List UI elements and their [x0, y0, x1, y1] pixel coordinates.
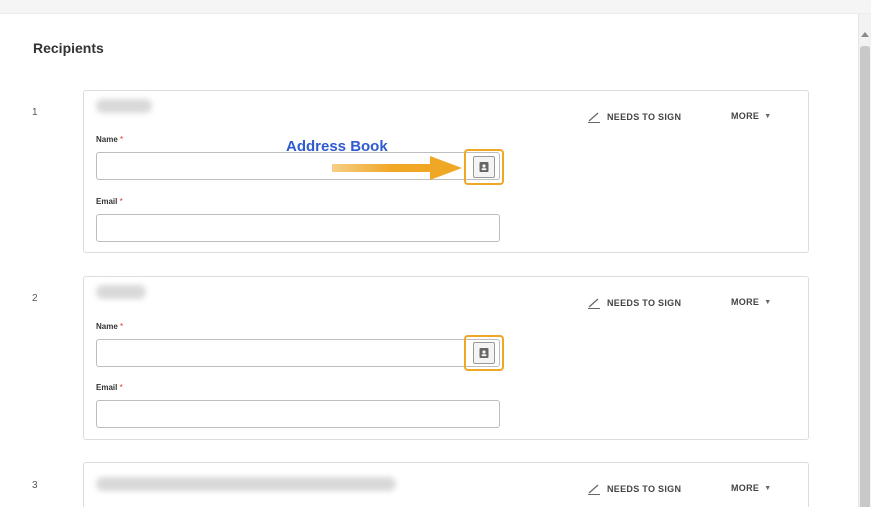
recipient-number: 2 — [32, 293, 38, 304]
blurred-recipient-name — [96, 477, 396, 491]
required-mark: * — [119, 197, 123, 206]
role-dropdown[interactable]: NEEDS TO SIGN — [587, 297, 681, 309]
name-input[interactable] — [96, 339, 500, 367]
scrollbar[interactable] — [858, 14, 871, 507]
role-label: NEEDS TO SIGN — [607, 112, 682, 122]
recipient-card: NEEDS TO SIGN MORE ▼ Name * Email * — [83, 276, 809, 440]
role-dropdown[interactable]: NEEDS TO SIGN — [587, 483, 681, 495]
name-label-text: Name — [96, 322, 118, 331]
more-label: MORE — [731, 483, 760, 493]
name-field-label: Name * — [96, 322, 123, 331]
scrollbar-thumb[interactable] — [860, 46, 870, 507]
more-menu-button[interactable]: MORE ▼ — [731, 297, 771, 307]
chevron-down-icon: ▼ — [764, 112, 772, 120]
top-bar — [0, 0, 871, 14]
recipient-card: NEEDS TO SIGN MORE ▼ — [83, 462, 809, 507]
email-field-label: Email * — [96, 197, 123, 206]
scroll-up-arrow[interactable] — [861, 32, 869, 37]
address-book-button[interactable] — [473, 342, 495, 364]
role-label: NEEDS TO SIGN — [607, 484, 682, 494]
blurred-recipient-name — [96, 99, 152, 113]
pen-icon — [588, 298, 600, 309]
required-mark: * — [119, 383, 123, 392]
role-dropdown[interactable]: NEEDS TO SIGN — [587, 111, 681, 123]
required-mark: * — [120, 322, 124, 331]
pen-icon — [588, 484, 600, 495]
section-title: Recipients — [33, 40, 104, 56]
role-label: NEEDS TO SIGN — [607, 298, 682, 308]
email-label-text: Email — [96, 383, 118, 392]
pen-icon — [588, 112, 600, 123]
address-book-icon — [479, 162, 489, 172]
required-mark: * — [120, 135, 124, 144]
more-label: MORE — [731, 111, 760, 121]
email-label-text: Email — [96, 197, 118, 206]
blurred-recipient-name — [96, 285, 146, 299]
email-field-label: Email * — [96, 383, 123, 392]
address-book-button[interactable] — [473, 156, 495, 178]
email-input[interactable] — [96, 400, 500, 428]
recipient-number: 3 — [32, 480, 38, 491]
chevron-down-icon: ▼ — [764, 484, 772, 492]
chevron-down-icon: ▼ — [764, 298, 772, 306]
more-menu-button[interactable]: MORE ▼ — [731, 111, 771, 121]
address-book-annotation-label: Address Book — [286, 138, 388, 155]
address-book-icon — [479, 348, 489, 358]
more-label: MORE — [731, 297, 760, 307]
name-field-label: Name * — [96, 135, 123, 144]
name-label-text: Name — [96, 135, 118, 144]
recipient-number: 1 — [32, 107, 38, 118]
email-input[interactable] — [96, 214, 500, 242]
more-menu-button[interactable]: MORE ▼ — [731, 483, 771, 493]
annotation-arrow — [332, 156, 462, 180]
